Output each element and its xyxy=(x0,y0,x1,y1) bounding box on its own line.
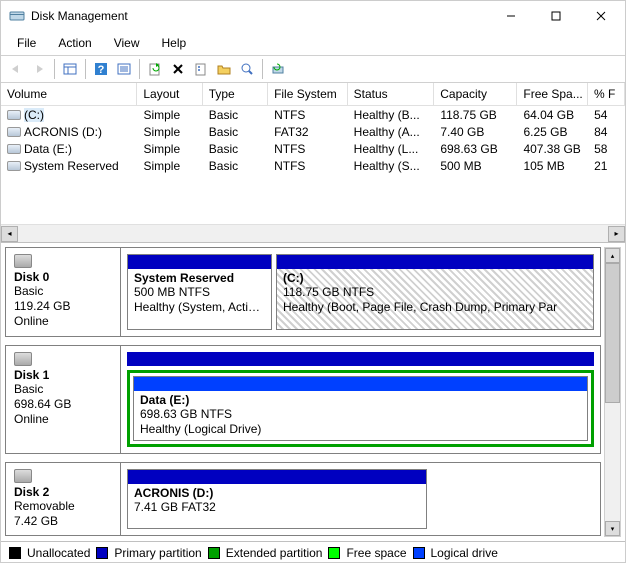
menu-file[interactable]: File xyxy=(7,33,46,53)
partition-c[interactable]: (C:) 118.75 GB NTFS Healthy (Boot, Page … xyxy=(276,254,594,330)
disk0-partitions: System Reserved 500 MB NTFS Healthy (Sys… xyxy=(121,248,600,336)
disk1-row[interactable]: Disk 1 Basic 698.64 GB Online Data (E:) … xyxy=(5,345,601,454)
svg-text:?: ? xyxy=(98,64,105,76)
col-status[interactable]: Status xyxy=(348,83,435,105)
scroll-right-button[interactable]: ▸ xyxy=(608,226,625,242)
titlebar: Disk Management xyxy=(1,1,625,31)
rescan-button[interactable] xyxy=(267,58,289,80)
maximize-button[interactable] xyxy=(533,2,578,30)
col-filesystem[interactable]: File System xyxy=(268,83,348,105)
volume-list-pane: Volume Layout Type File System Status Ca… xyxy=(1,83,625,243)
col-pct[interactable]: % F xyxy=(588,83,625,105)
close-button[interactable] xyxy=(578,2,623,30)
disk0-info: Disk 0 Basic 119.24 GB Online xyxy=(6,248,121,336)
scroll-up-button[interactable]: ▴ xyxy=(605,248,620,263)
col-capacity[interactable]: Capacity xyxy=(434,83,517,105)
table-row[interactable]: ACRONIS (D:) Simple Basic FAT32 Healthy … xyxy=(1,123,625,140)
swatch-unallocated xyxy=(9,547,21,559)
disk2-partitions: ACRONIS (D:) 7.41 GB FAT32 xyxy=(121,463,600,535)
extended-partition[interactable]: Data (E:) 698.63 GB NTFS Healthy (Logica… xyxy=(127,370,594,447)
graphical-view: Disk 0 Basic 119.24 GB Online System Res… xyxy=(1,243,625,541)
disk-icon xyxy=(14,469,32,483)
disk1-partitions: Data (E:) 698.63 GB NTFS Healthy (Logica… xyxy=(121,346,600,453)
drive-icon xyxy=(7,161,21,171)
table-row[interactable]: Data (E:) Simple Basic NTFS Healthy (L..… xyxy=(1,140,625,157)
drive-icon xyxy=(7,144,21,154)
back-button[interactable] xyxy=(5,58,27,80)
scroll-thumb[interactable] xyxy=(605,263,620,403)
menubar: File Action View Help xyxy=(1,31,625,55)
menu-help[interactable]: Help xyxy=(152,33,197,53)
partition-system-reserved[interactable]: System Reserved 500 MB NTFS Healthy (Sys… xyxy=(127,254,272,330)
disk-name: Disk 2 xyxy=(14,485,112,499)
col-type[interactable]: Type xyxy=(203,83,268,105)
partition-acronis-d[interactable]: ACRONIS (D:) 7.41 GB FAT32 xyxy=(127,469,427,529)
delete-button[interactable] xyxy=(167,58,189,80)
window-title: Disk Management xyxy=(31,9,488,23)
disk-name: Disk 0 xyxy=(14,270,112,284)
disk2-info: Disk 2 Removable 7.42 GB xyxy=(6,463,121,535)
folder-button[interactable] xyxy=(213,58,235,80)
settings-list-button[interactable] xyxy=(113,58,135,80)
table-row[interactable]: System Reserved Simple Basic NTFS Health… xyxy=(1,157,625,174)
scroll-down-button[interactable]: ▾ xyxy=(605,521,620,536)
disk-name: Disk 1 xyxy=(14,368,112,382)
find-button[interactable] xyxy=(236,58,258,80)
horizontal-scrollbar[interactable]: ◂ ▸ xyxy=(1,224,625,242)
toolbar: ? xyxy=(1,55,625,83)
col-free[interactable]: Free Spa... xyxy=(517,83,588,105)
swatch-free xyxy=(328,547,340,559)
swatch-extended xyxy=(208,547,220,559)
volume-c: (C:) xyxy=(24,108,44,122)
disk0-row[interactable]: Disk 0 Basic 119.24 GB Online System Res… xyxy=(5,247,601,337)
menu-view[interactable]: View xyxy=(104,33,150,53)
swatch-primary xyxy=(96,547,108,559)
properties-button[interactable] xyxy=(190,58,212,80)
vertical-scrollbar[interactable]: ▴ ▾ xyxy=(604,247,621,537)
swatch-logical xyxy=(413,547,425,559)
col-volume[interactable]: Volume xyxy=(1,83,137,105)
col-layout[interactable]: Layout xyxy=(137,83,202,105)
app-icon xyxy=(9,8,25,24)
table-header: Volume Layout Type File System Status Ca… xyxy=(1,83,625,106)
minimize-button[interactable] xyxy=(488,2,533,30)
refresh-button[interactable] xyxy=(144,58,166,80)
disk1-info: Disk 1 Basic 698.64 GB Online xyxy=(6,346,121,453)
drive-icon xyxy=(7,110,21,120)
table-body: (C:) Simple Basic NTFS Healthy (B... 118… xyxy=(1,106,625,224)
menu-action[interactable]: Action xyxy=(48,33,101,53)
legend: Unallocated Primary partition Extended p… xyxy=(1,541,625,563)
table-row[interactable]: (C:) Simple Basic NTFS Healthy (B... 118… xyxy=(1,106,625,123)
forward-button[interactable] xyxy=(28,58,50,80)
drive-icon xyxy=(7,127,21,137)
show-hide-button[interactable] xyxy=(59,58,81,80)
partition-data-e[interactable]: Data (E:) 698.63 GB NTFS Healthy (Logica… xyxy=(133,376,588,441)
disk-icon xyxy=(14,352,32,366)
disk-icon xyxy=(14,254,32,268)
disk2-row[interactable]: Disk 2 Removable 7.42 GB ACRONIS (D:) 7.… xyxy=(5,462,601,536)
help-button[interactable]: ? xyxy=(90,58,112,80)
volume-table: Volume Layout Type File System Status Ca… xyxy=(1,83,625,224)
scroll-left-button[interactable]: ◂ xyxy=(1,226,18,242)
